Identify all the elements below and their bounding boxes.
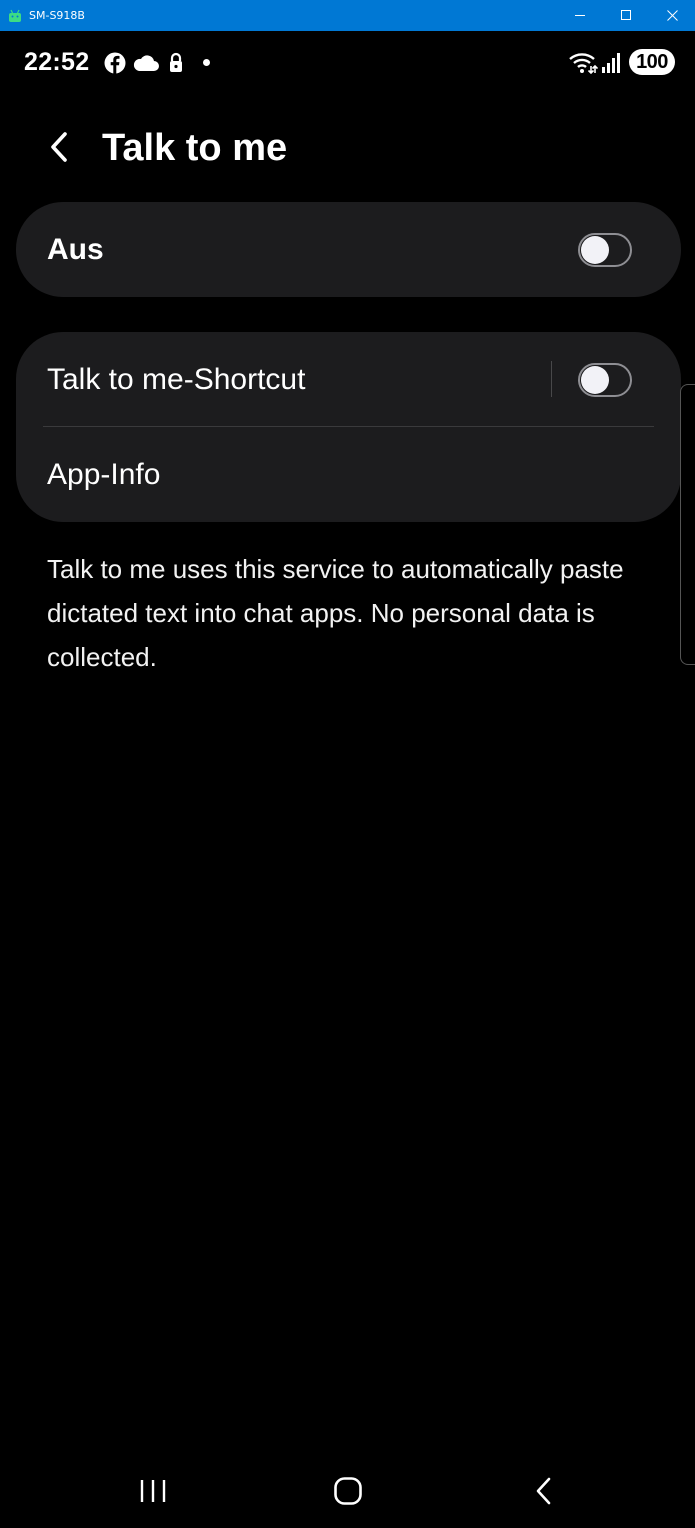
navigation-bar xyxy=(0,1460,695,1528)
service-description: Talk to me uses this service to automati… xyxy=(47,554,624,672)
main-switch-toggle[interactable] xyxy=(578,233,632,267)
back-arrow-icon xyxy=(51,132,67,162)
shortcut-label: Talk to me-Shortcut xyxy=(47,363,306,396)
signal-icon xyxy=(602,53,620,73)
cloud-icon xyxy=(133,55,159,71)
window-title: SM-S918B xyxy=(29,9,85,22)
home-icon xyxy=(334,1477,362,1505)
home-button[interactable] xyxy=(308,1460,388,1522)
nav-back-icon xyxy=(536,1477,551,1505)
android-app-icon xyxy=(9,9,21,22)
close-button[interactable] xyxy=(649,0,695,31)
edge-panel-handle[interactable] xyxy=(680,384,695,665)
battery-icon: 100 xyxy=(629,49,675,75)
status-time: 22:52 xyxy=(24,48,90,76)
options-card: Talk to me-Shortcut App-Info xyxy=(16,332,681,522)
window-title-bar: SM-S918B xyxy=(0,0,695,31)
minimize-icon xyxy=(574,15,585,16)
lock-icon xyxy=(170,52,182,72)
recents-icon xyxy=(140,1480,166,1502)
minimize-button[interactable] xyxy=(557,0,603,31)
dot-icon xyxy=(203,59,210,66)
shortcut-row[interactable]: Talk to me-Shortcut xyxy=(16,332,681,427)
wifi-icon xyxy=(569,53,598,75)
main-switch-label: Aus xyxy=(47,233,104,266)
toggle-knob xyxy=(581,236,609,264)
facebook-icon xyxy=(104,52,126,74)
shortcut-toggle[interactable] xyxy=(578,363,632,397)
recents-button[interactable] xyxy=(113,1460,193,1522)
app-info-row[interactable]: App-Info xyxy=(16,427,681,522)
maximize-icon xyxy=(620,10,631,20)
status-bar: 22:52 100 xyxy=(0,31,695,93)
maximize-button[interactable] xyxy=(603,0,649,31)
toggle-knob xyxy=(581,366,609,394)
main-switch-card[interactable]: Aus xyxy=(16,202,681,297)
close-icon xyxy=(666,10,678,21)
page-title: Talk to me xyxy=(102,127,288,169)
app-info-label: App-Info xyxy=(47,458,161,491)
back-button[interactable] xyxy=(36,124,82,170)
nav-back-button[interactable] xyxy=(504,1460,584,1522)
row-separator xyxy=(551,361,552,397)
battery-level: 100 xyxy=(636,50,668,73)
